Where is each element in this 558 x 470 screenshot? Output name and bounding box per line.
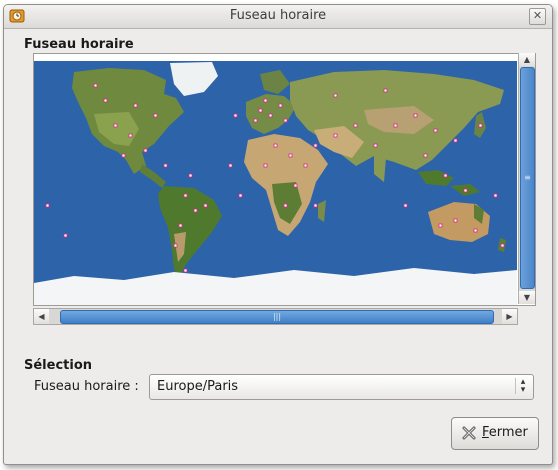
vertical-scroll-thumb[interactable]: ≡ xyxy=(520,67,535,289)
map-section-title: Fuseau horaire xyxy=(24,37,134,52)
close-button[interactable]: Fermer xyxy=(451,417,539,450)
close-button-label: Fermer xyxy=(482,425,528,440)
title-bar[interactable]: Fuseau horaire ✕ xyxy=(4,5,552,29)
horizontal-scrollbar[interactable]: ◀ ||| ▶ xyxy=(33,308,518,325)
timezone-value: Europe/Paris xyxy=(157,379,239,394)
combo-arrows-icon[interactable]: ▴ ▾ xyxy=(515,378,530,395)
scroll-up-icon[interactable]: ▲ xyxy=(519,53,535,66)
timezone-combo[interactable]: Europe/Paris ▴ ▾ xyxy=(149,374,534,400)
timezone-label: Fuseau horaire : xyxy=(34,379,139,394)
window-title: Fuseau horaire xyxy=(229,8,327,23)
scroll-right-icon[interactable]: ▶ xyxy=(502,309,517,324)
scroll-left-icon[interactable]: ◀ xyxy=(34,309,49,324)
scroll-down-icon[interactable]: ▼ xyxy=(519,291,535,304)
close-x-icon xyxy=(462,426,476,440)
close-window-icon[interactable]: ✕ xyxy=(529,8,546,25)
world-map[interactable] xyxy=(33,53,536,306)
timezone-dialog: Fuseau horaire ✕ Fuseau horaire ▲ ≡ ▼ ◀ … xyxy=(3,4,553,465)
selection-section-title: Sélection xyxy=(24,358,93,373)
horizontal-scroll-thumb[interactable]: ||| xyxy=(60,310,494,324)
vertical-scrollbar[interactable]: ▲ ≡ ▼ xyxy=(518,53,535,304)
